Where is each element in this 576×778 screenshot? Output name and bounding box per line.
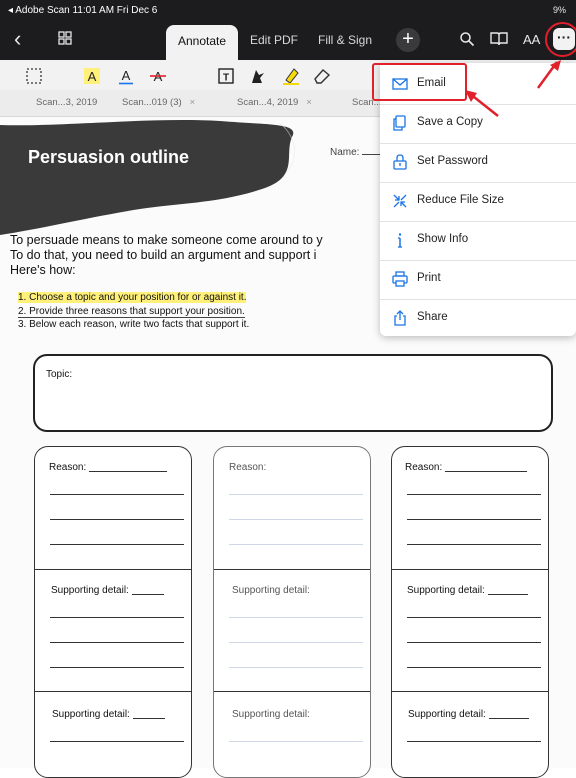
grid-icon[interactable] <box>58 31 72 45</box>
supporting-detail-label: Supporting detail: <box>232 585 310 596</box>
tab-fill-sign[interactable]: Fill & Sign <box>318 33 372 47</box>
svg-text:A: A <box>88 69 97 84</box>
blank-line <box>50 667 184 668</box>
reason-label: Reason: <box>405 462 528 473</box>
battery-label: 9% <box>552 5 566 15</box>
menu-item-reduce-size[interactable]: Reduce File Size <box>380 182 576 222</box>
intro-line: Here's how: <box>10 263 76 277</box>
blank-line <box>407 667 541 668</box>
blank-line <box>50 642 184 643</box>
intro-line: To persuade means to make someone come a… <box>10 233 323 247</box>
reason-column: Reason: Supporting detail: Supporting de… <box>391 446 549 778</box>
font-size-button[interactable]: AA <box>523 32 540 47</box>
eraser-icon[interactable] <box>312 66 332 86</box>
topic-box[interactable] <box>33 354 553 432</box>
strikethrough-text-icon[interactable]: A <box>148 66 168 86</box>
blank-line <box>50 494 184 495</box>
menu-item-share[interactable]: Share <box>380 299 576 338</box>
reason-column: Reason: Supporting detail: Supporting de… <box>34 446 192 778</box>
doc-tab[interactable]: Scan...4, 2019 × <box>237 97 312 108</box>
intro-line: To do that, you need to build an argumen… <box>10 248 317 262</box>
info-icon <box>398 233 402 248</box>
status-bar: ◂ Adobe Scan 11:01 AM Fri Dec 6 9% <box>0 0 576 20</box>
blank-line <box>407 519 541 520</box>
supporting-detail-label: Supporting detail: <box>408 709 529 720</box>
svg-text:T: T <box>223 73 229 84</box>
highlight-text-icon[interactable]: A <box>82 66 102 86</box>
blank-line <box>50 519 184 520</box>
blank-line <box>407 741 541 742</box>
highlighter-icon[interactable] <box>281 66 301 86</box>
doc-tab[interactable]: Scan...3, 2019 <box>36 97 97 108</box>
copy-icon <box>393 115 406 131</box>
blank-line <box>407 617 541 618</box>
blank-line <box>229 642 363 643</box>
more-button-highlight <box>545 22 576 57</box>
reason-label: Reason: <box>229 462 267 473</box>
divider <box>35 691 191 692</box>
divider <box>35 569 191 570</box>
book-icon[interactable] <box>489 31 509 47</box>
title-blob <box>0 120 295 235</box>
menu-item-set-password[interactable]: Set Password <box>380 143 576 183</box>
back-button[interactable]: ‹ <box>14 28 21 50</box>
blank-line <box>229 519 363 520</box>
underline-text-icon[interactable]: A <box>116 66 136 86</box>
blank-line <box>229 667 363 668</box>
divider <box>214 691 370 692</box>
email-highlight-box <box>372 63 467 101</box>
printer-icon <box>392 271 408 287</box>
menu-item-print[interactable]: Print <box>380 260 576 300</box>
blank-line <box>50 544 184 545</box>
red-arrows <box>465 60 561 117</box>
lock-icon <box>393 154 407 170</box>
list-item: 3. Below each reason, write two facts th… <box>18 319 250 330</box>
compress-icon <box>393 194 407 208</box>
topic-label: Topic: <box>46 369 73 380</box>
steps-list: 1. Choose a topic and your position for … <box>18 291 249 332</box>
status-left: ◂ Adobe Scan 11:01 AM Fri Dec 6 <box>8 5 158 16</box>
supporting-detail-label: Supporting detail: <box>407 585 528 596</box>
add-button[interactable]: + <box>396 28 420 52</box>
divider <box>392 569 548 570</box>
supporting-detail-label: Supporting detail: <box>232 709 310 720</box>
svg-text:A: A <box>122 68 131 83</box>
share-icon <box>394 310 406 326</box>
draw-icon[interactable] <box>248 66 268 86</box>
search-icon[interactable] <box>459 31 475 47</box>
blank-line <box>229 741 363 742</box>
select-rect-icon[interactable] <box>24 66 44 86</box>
blank-line <box>407 544 541 545</box>
supporting-detail-label: Supporting detail: <box>52 709 165 720</box>
supporting-detail-label: Supporting detail: <box>51 585 164 596</box>
intro-paragraph: To persuade means to make someone come a… <box>10 233 323 278</box>
top-nav: ‹ Annotate Edit PDF Fill & Sign + AA ··· <box>0 20 576 60</box>
page-title: Persuasion outline <box>28 147 190 167</box>
tab-annotate[interactable]: Annotate <box>166 25 238 60</box>
blank-line <box>229 617 363 618</box>
blank-line <box>407 642 541 643</box>
divider <box>392 691 548 692</box>
list-item: 2. Provide three reasons that support yo… <box>18 305 245 318</box>
blank-line <box>50 617 184 618</box>
menu-item-show-info[interactable]: Show Info <box>380 221 576 261</box>
list-item: 1. Choose a topic and your position for … <box>18 292 247 303</box>
tab-edit-pdf[interactable]: Edit PDF <box>250 33 298 47</box>
blank-line <box>229 494 363 495</box>
close-icon[interactable]: × <box>190 97 196 108</box>
reason-label: Reason: <box>49 462 168 473</box>
add-text-icon[interactable]: T <box>216 66 236 86</box>
blank-line <box>229 544 363 545</box>
blank-line <box>50 741 184 742</box>
doc-tab[interactable]: Scan...019 (3) × <box>122 97 195 108</box>
blank-line <box>407 494 541 495</box>
close-icon[interactable]: × <box>306 97 312 108</box>
divider <box>214 569 370 570</box>
reason-column: Reason: Supporting detail: Supporting de… <box>213 446 371 778</box>
